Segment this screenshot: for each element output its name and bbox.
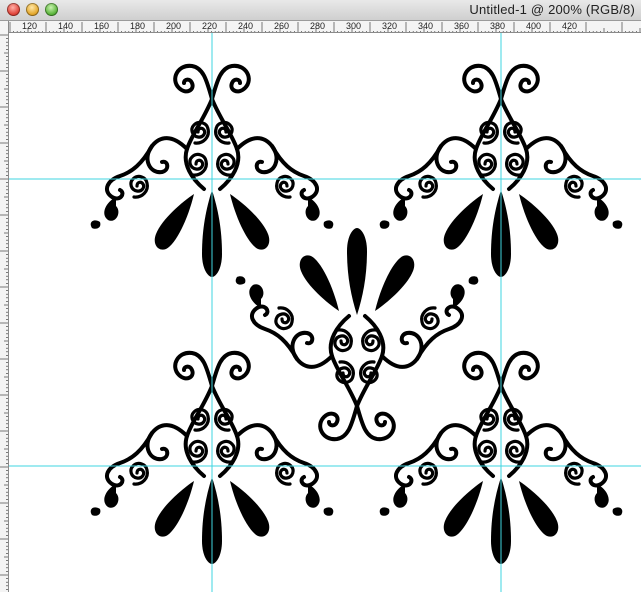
window-title: Untitled-1 @ 200% (RGB/8) xyxy=(469,2,635,17)
ruler-label: 420 xyxy=(562,21,578,31)
ruler-label: 180 xyxy=(130,21,146,31)
zoom-icon[interactable] xyxy=(45,3,58,16)
ruler-label: 380 xyxy=(490,21,506,31)
ruler-label: 340 xyxy=(418,21,434,31)
ruler-label: 260 xyxy=(274,21,290,31)
ruler-label: 200 xyxy=(166,21,182,31)
horizontal-ruler[interactable]: 120 140 160 180 200 220 240 260 280 300 320 340 360 3… xyxy=(9,21,641,33)
document-canvas[interactable] xyxy=(9,33,641,592)
damask-pattern xyxy=(9,33,641,592)
ruler-label: 300 xyxy=(346,21,362,31)
ruler-label: 360 xyxy=(454,21,470,31)
ruler-label: 220 xyxy=(202,21,218,31)
vertical-ruler[interactable] xyxy=(0,21,9,592)
close-icon[interactable] xyxy=(7,3,20,16)
window-titlebar[interactable]: Untitled-1 @ 200% (RGB/8) xyxy=(0,0,641,21)
ruler-label: 140 xyxy=(58,21,74,31)
ruler-label: 280 xyxy=(310,21,326,31)
ruler-label: 160 xyxy=(94,21,110,31)
ornament-center xyxy=(236,228,479,439)
ruler-label: 320 xyxy=(382,21,398,31)
ruler-label: 400 xyxy=(526,21,542,31)
ruler-label: 240 xyxy=(238,21,254,31)
minimize-icon[interactable] xyxy=(26,3,39,16)
vertical-ruler-ticks xyxy=(0,34,8,590)
ruler-label: 120 xyxy=(22,21,38,31)
